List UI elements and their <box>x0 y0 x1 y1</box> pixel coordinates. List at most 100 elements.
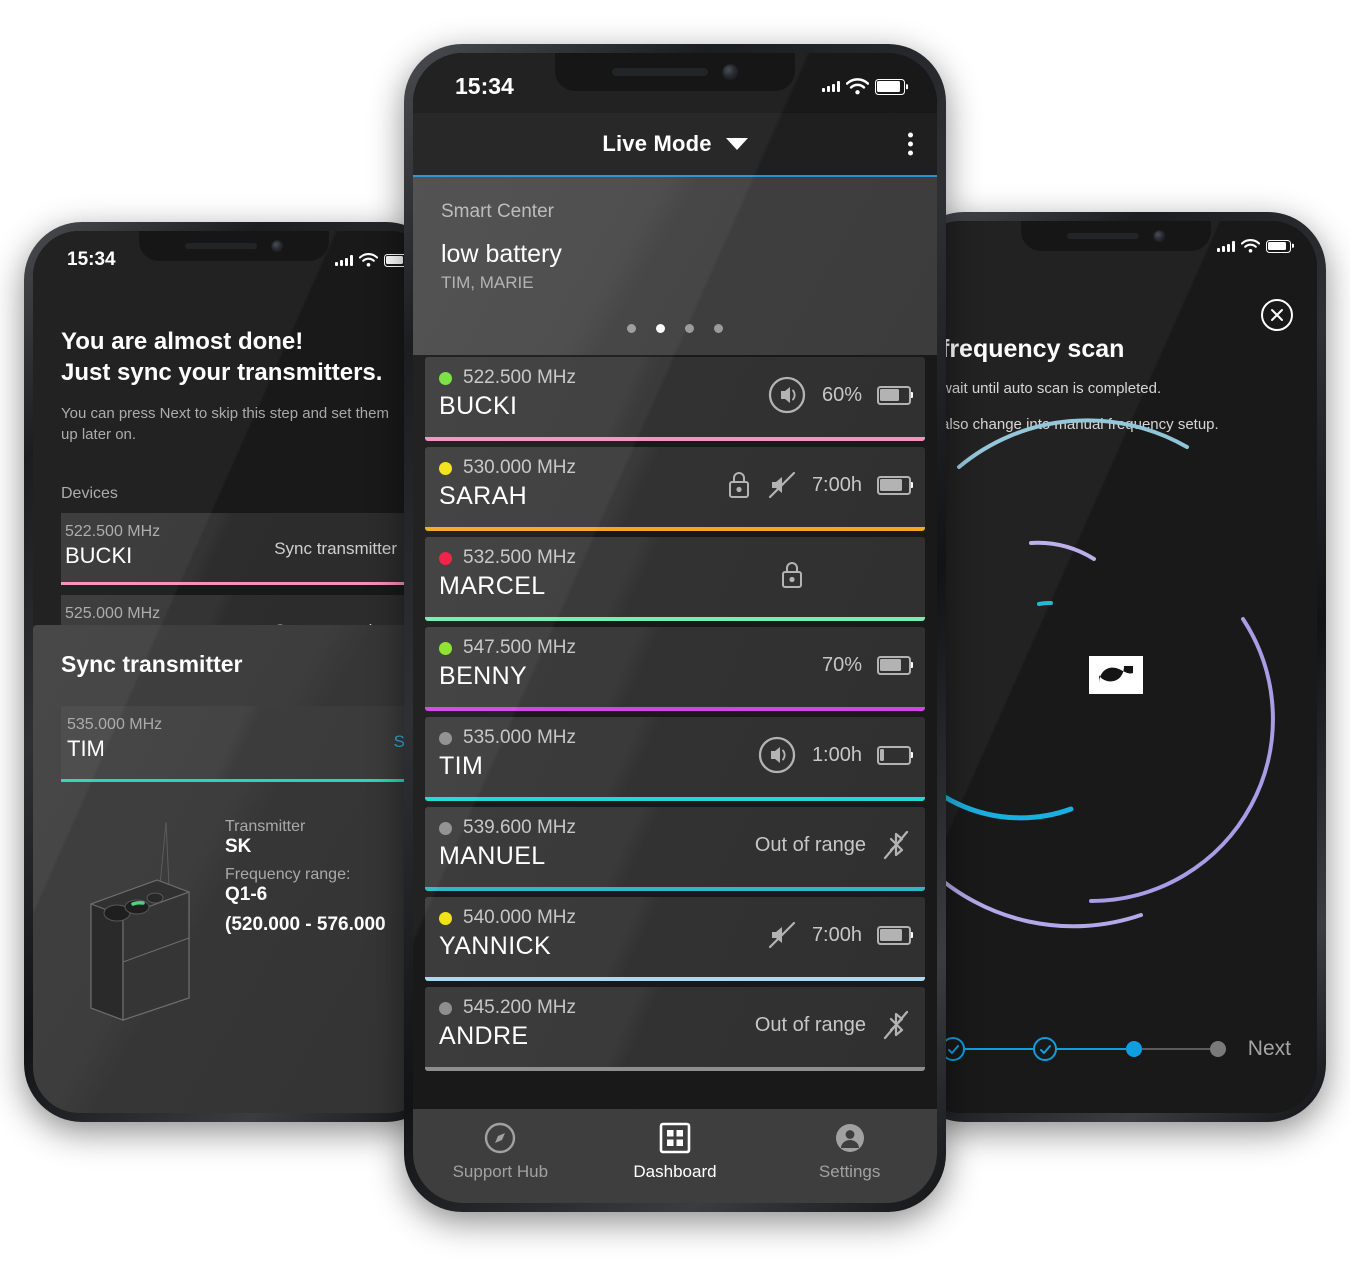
device-7-name: ANDRE <box>439 1022 529 1050</box>
status-indicator-icon <box>439 641 452 655</box>
left-device-0-action[interactable]: Sync transmitter <box>274 539 403 559</box>
wifi-icon <box>1241 239 1260 253</box>
lock-icon[interactable] <box>726 470 752 500</box>
device-5-right: Out of range <box>755 817 911 873</box>
device-3-accent <box>425 707 925 711</box>
battery-icon <box>875 78 905 95</box>
left-heading-line2: Just sync your transmitters. <box>61 358 383 386</box>
device-7-meta: Out of range <box>754 1013 866 1036</box>
app-bar: Live Mode <box>413 113 937 175</box>
device-7-accent <box>425 1067 925 1071</box>
smart-center-alert-devices: TIM, MARIE <box>441 273 534 292</box>
mode-title[interactable]: Live Mode <box>602 131 711 157</box>
device-1-name: SARAH <box>439 482 528 510</box>
bluetooth-off-icon <box>883 1010 909 1040</box>
step-4-pending-icon[interactable] <box>1209 1041 1226 1057</box>
device-5-info: 539.600 MHz MANUEL <box>439 817 755 871</box>
center-status-time: 15:34 <box>455 73 514 99</box>
bluetooth-off-icon <box>883 830 909 860</box>
wifi-icon <box>846 78 869 95</box>
carousel-dots[interactable] <box>413 324 937 333</box>
table-row[interactable]: 532.500 MHz MARCEL <box>425 537 925 621</box>
center-statusbar: 15:34 <box>413 53 937 100</box>
device-1-info: 530.000 MHz SARAH <box>439 457 726 511</box>
device-3-frequency: 547.500 MHz <box>463 637 577 658</box>
check-icon <box>1039 1044 1051 1054</box>
compass-icon <box>485 1122 516 1154</box>
right-statusbar <box>915 221 1317 253</box>
frequency-range-label: Frequency range: <box>225 866 351 883</box>
right-status-icons <box>1217 239 1291 253</box>
chevron-down-icon[interactable] <box>725 138 748 150</box>
status-indicator-icon <box>439 371 452 385</box>
table-row[interactable]: 547.500 MHz BENNY 70% <box>425 627 925 711</box>
carousel-dot-0[interactable] <box>627 324 636 333</box>
table-row[interactable]: 530.000 MHz SARAH 7:00h <box>425 447 925 531</box>
device-list[interactable]: 522.500 MHz BUCKI 60% 530.000 MHz SARAH … <box>413 357 937 1109</box>
step-line-1 <box>965 1047 1034 1051</box>
account-icon <box>835 1124 864 1152</box>
left-status-time: 15:34 <box>67 249 116 270</box>
carousel-dot-3[interactable] <box>714 324 723 333</box>
speaker-circle-icon[interactable] <box>757 735 797 775</box>
left-device-0-name: BUCKI <box>65 542 133 568</box>
left-phone-inner: 15:34 You are almost done! Just sync you… <box>33 231 435 1113</box>
bottom-tab-bar: Support Hub Dashboard Settings <box>413 1109 937 1203</box>
device-5-name: MANUEL <box>439 842 546 870</box>
sheet-device-row[interactable]: 535.000 MHz TIM Synced! <box>61 706 435 782</box>
sheet-device-info: 535.000 MHz TIM <box>67 716 162 762</box>
device-4-meta: 1:00h <box>811 743 862 766</box>
mute-icon[interactable] <box>767 920 797 950</box>
mute-icon[interactable] <box>767 470 797 500</box>
battery-icon <box>877 745 911 765</box>
device-1-right: 7:00h <box>726 457 911 513</box>
battery-icon <box>1266 239 1291 253</box>
device-0-freqline: 522.500 MHz <box>439 367 767 389</box>
tab-support-hub[interactable]: Support Hub <box>414 1121 587 1182</box>
transmitter-label: Transmitter <box>225 818 306 835</box>
frequency-range-value: Q1-6 <box>225 884 268 905</box>
left-device-row-0[interactable]: 522.500 MHz BUCKI Sync transmitter <box>61 512 407 585</box>
lock-icon[interactable] <box>779 560 805 590</box>
step-2-complete-icon[interactable] <box>1033 1037 1058 1061</box>
battery-icon <box>877 925 911 945</box>
speaker-circle-icon[interactable] <box>767 375 807 415</box>
battery-icon <box>877 385 911 405</box>
device-4-name: TIM <box>439 752 484 780</box>
carousel-dot-1[interactable] <box>656 324 665 333</box>
center-phone-screen: 15:34 Live Mode Smart Center low battery… <box>413 53 937 1203</box>
device-5-freqline: 539.600 MHz <box>439 817 755 839</box>
device-5-meta: Out of range <box>754 833 866 856</box>
left-device-0-info: 522.500 MHz BUCKI <box>65 523 160 569</box>
carousel-dot-2[interactable] <box>685 324 694 333</box>
device-7-info: 545.200 MHz ANDRE <box>439 997 755 1051</box>
table-row[interactable]: 522.500 MHz BUCKI 60% <box>425 357 925 441</box>
device-3-meta: 70% <box>821 653 862 676</box>
status-indicator-icon <box>439 461 452 475</box>
device-4-frequency: 535.000 MHz <box>463 727 577 748</box>
device-7-frequency: 545.200 MHz <box>463 997 577 1018</box>
tab-settings[interactable]: Settings <box>763 1121 936 1182</box>
table-row[interactable]: 539.600 MHz MANUEL Out of range <box>425 807 925 891</box>
device-3-right: 70% <box>822 637 911 693</box>
device-6-accent <box>425 977 925 981</box>
tab-settings-label: Settings <box>818 1162 881 1181</box>
sheet-device-frequency: 535.000 MHz <box>67 716 163 733</box>
tab-dashboard[interactable]: Dashboard <box>589 1121 762 1182</box>
table-row[interactable]: 535.000 MHz TIM 1:00h <box>425 717 925 801</box>
tab-dashboard-label: Dashboard <box>633 1162 717 1181</box>
step-3-current-icon[interactable] <box>1125 1041 1142 1057</box>
cellular-signal-icon <box>822 81 840 92</box>
kebab-menu-icon[interactable] <box>908 132 913 156</box>
device-7-right: Out of range <box>755 997 911 1053</box>
device-1-meta: 7:00h <box>811 473 862 496</box>
smart-center-card[interactable]: Smart Center low battery TIM, MARIE <box>413 177 937 355</box>
status-indicator-icon <box>439 911 452 925</box>
device-0-right: 60% <box>767 367 911 423</box>
close-circle-icon[interactable] <box>1261 299 1293 331</box>
next-button[interactable]: Next <box>1248 1037 1291 1061</box>
table-row[interactable]: 540.000 MHz YANNICK 7:00h <box>425 897 925 981</box>
status-indicator-icon <box>439 731 452 745</box>
device-6-name: YANNICK <box>439 932 552 960</box>
table-row[interactable]: 545.200 MHz ANDRE Out of range <box>425 987 925 1071</box>
